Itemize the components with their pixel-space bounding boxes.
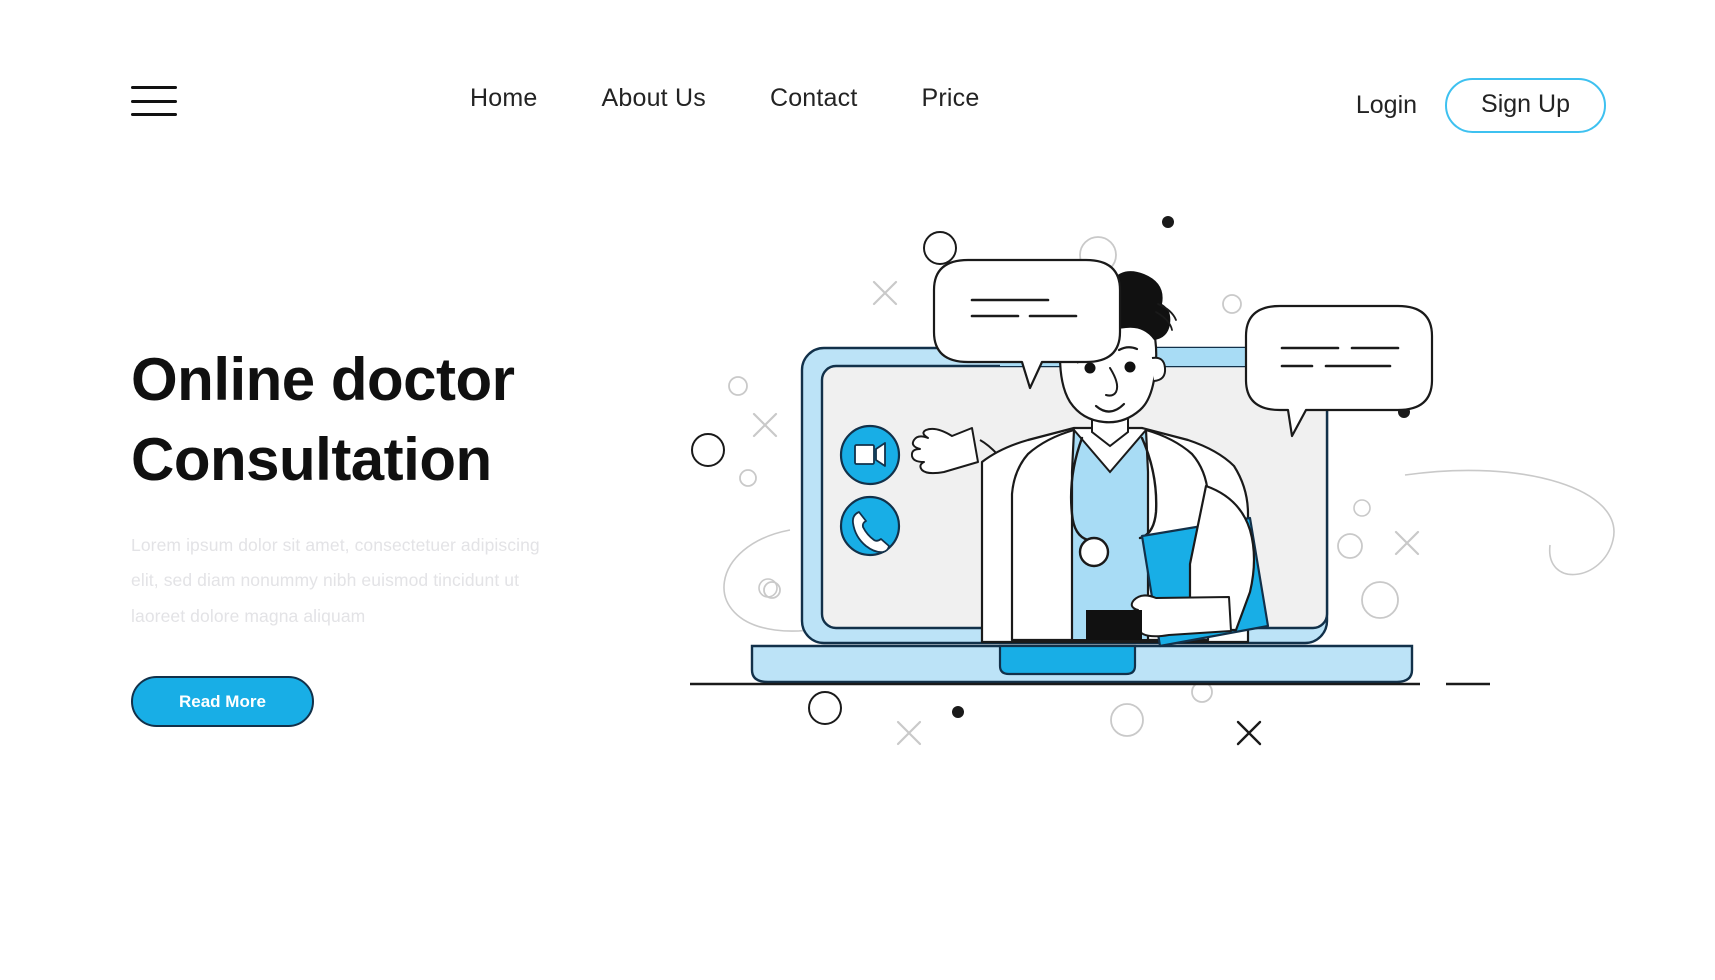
hamburger-menu-icon[interactable]	[131, 86, 177, 116]
hero-illustration	[690, 200, 1690, 840]
hero-description: Lorem ipsum dolor sit amet, consectetuer…	[131, 534, 540, 626]
auth-actions: Login Sign Up	[1356, 78, 1606, 133]
nav-item-about-us[interactable]: About Us	[602, 84, 706, 113]
hamburger-bar	[131, 86, 177, 89]
nav-item-home[interactable]: Home	[470, 84, 538, 113]
hamburger-bar	[131, 99, 177, 103]
main-navigation: Home About Us Contact Price	[470, 84, 979, 113]
sign-up-button[interactable]: Sign Up	[1445, 78, 1606, 133]
hamburger-bar	[131, 113, 177, 116]
video-call-button[interactable]	[839, 424, 901, 486]
nav-item-contact[interactable]: Contact	[770, 84, 858, 113]
nav-item-price[interactable]: Price	[922, 84, 980, 113]
read-more-button[interactable]: Read More	[131, 676, 314, 728]
page-title-line-1: Online doctor	[131, 346, 515, 413]
video-camera-icon	[854, 442, 886, 467]
page-title: Online doctor Consultation	[131, 340, 601, 500]
page-title-line-2: Consultation	[131, 425, 492, 493]
hero-text-block: Online doctor Consultation Lorem ipsum d…	[131, 340, 601, 728]
site-header: Home About Us Contact Price Login Sign U…	[0, 0, 1715, 175]
login-link[interactable]: Login	[1356, 91, 1417, 120]
phone-call-button[interactable]	[839, 495, 901, 557]
landing-page: Home About Us Contact Price Login Sign U…	[0, 0, 1715, 980]
